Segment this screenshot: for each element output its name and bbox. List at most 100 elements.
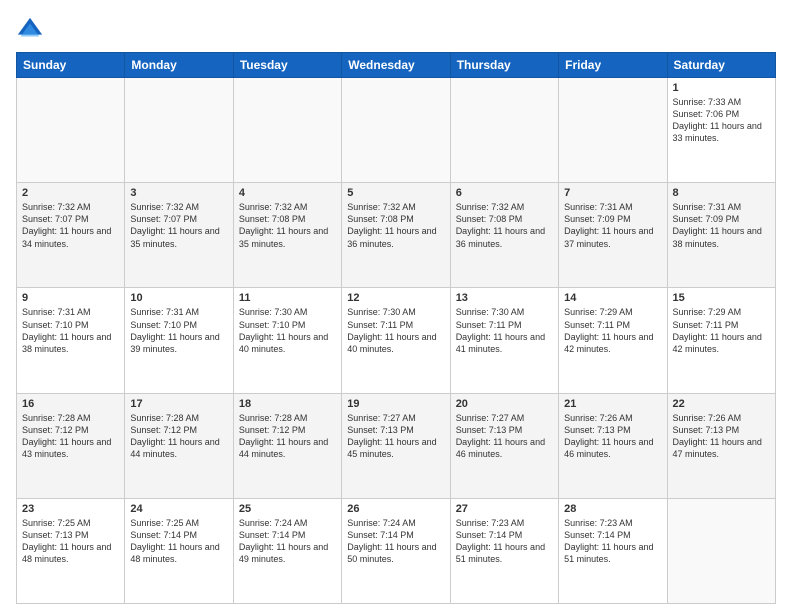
day-info: Sunrise: 7:31 AM Sunset: 7:10 PM Dayligh… [22,306,119,355]
day-number: 20 [456,398,553,410]
calendar-day: 28 Sunrise: 7:23 AM Sunset: 7:14 PM Dayli… [559,498,667,603]
calendar-table: SundayMondayTuesdayWednesdayThursdayFrid… [16,52,776,604]
day-number: 21 [564,398,661,410]
col-header-thursday: Thursday [450,53,558,78]
calendar-day: 7 Sunrise: 7:31 AM Sunset: 7:09 PM Daylig… [559,183,667,288]
day-number: 6 [456,187,553,199]
calendar-day: 24 Sunrise: 7:25 AM Sunset: 7:14 PM Dayli… [125,498,233,603]
calendar-day: 18 Sunrise: 7:28 AM Sunset: 7:12 PM Dayli… [233,393,341,498]
day-number: 19 [347,398,444,410]
day-number: 26 [347,503,444,515]
day-number: 16 [22,398,119,410]
calendar-day: 1 Sunrise: 7:33 AM Sunset: 7:06 PM Daylig… [667,78,775,183]
day-info: Sunrise: 7:23 AM Sunset: 7:14 PM Dayligh… [456,517,553,566]
day-number: 24 [130,503,227,515]
day-info: Sunrise: 7:24 AM Sunset: 7:14 PM Dayligh… [239,517,336,566]
logo [16,16,48,44]
day-number: 9 [22,292,119,304]
calendar-week-2: 2 Sunrise: 7:32 AM Sunset: 7:07 PM Daylig… [17,183,776,288]
day-number: 22 [673,398,770,410]
calendar-day [667,498,775,603]
day-number: 27 [456,503,553,515]
calendar-week-5: 23 Sunrise: 7:25 AM Sunset: 7:13 PM Dayli… [17,498,776,603]
calendar-day: 21 Sunrise: 7:26 AM Sunset: 7:13 PM Dayli… [559,393,667,498]
day-info: Sunrise: 7:26 AM Sunset: 7:13 PM Dayligh… [564,412,661,461]
day-number: 14 [564,292,661,304]
calendar-day: 19 Sunrise: 7:27 AM Sunset: 7:13 PM Dayli… [342,393,450,498]
day-info: Sunrise: 7:31 AM Sunset: 7:09 PM Dayligh… [564,201,661,250]
day-number: 5 [347,187,444,199]
calendar-week-3: 9 Sunrise: 7:31 AM Sunset: 7:10 PM Daylig… [17,288,776,393]
day-info: Sunrise: 7:33 AM Sunset: 7:06 PM Dayligh… [673,96,770,145]
day-number: 4 [239,187,336,199]
calendar-day: 8 Sunrise: 7:31 AM Sunset: 7:09 PM Daylig… [667,183,775,288]
day-number: 17 [130,398,227,410]
col-header-friday: Friday [559,53,667,78]
calendar-day [17,78,125,183]
calendar-day [342,78,450,183]
day-info: Sunrise: 7:30 AM Sunset: 7:10 PM Dayligh… [239,306,336,355]
day-number: 25 [239,503,336,515]
day-number: 28 [564,503,661,515]
day-info: Sunrise: 7:27 AM Sunset: 7:13 PM Dayligh… [347,412,444,461]
day-number: 12 [347,292,444,304]
day-info: Sunrise: 7:32 AM Sunset: 7:08 PM Dayligh… [347,201,444,250]
day-info: Sunrise: 7:32 AM Sunset: 7:08 PM Dayligh… [456,201,553,250]
day-info: Sunrise: 7:23 AM Sunset: 7:14 PM Dayligh… [564,517,661,566]
day-number: 18 [239,398,336,410]
col-header-monday: Monday [125,53,233,78]
calendar-day: 16 Sunrise: 7:28 AM Sunset: 7:12 PM Dayli… [17,393,125,498]
calendar-day: 14 Sunrise: 7:29 AM Sunset: 7:11 PM Dayli… [559,288,667,393]
calendar-day: 11Sunrise: 7:30 AM Sunset: 7:10 PM Dayli… [233,288,341,393]
day-info: Sunrise: 7:32 AM Sunset: 7:07 PM Dayligh… [22,201,119,250]
day-number: 7 [564,187,661,199]
day-number: 23 [22,503,119,515]
day-number: 8 [673,187,770,199]
calendar-day [450,78,558,183]
day-info: Sunrise: 7:32 AM Sunset: 7:07 PM Dayligh… [130,201,227,250]
calendar-day: 26Sunrise: 7:24 AM Sunset: 7:14 PM Dayli… [342,498,450,603]
calendar-day: 25 Sunrise: 7:24 AM Sunset: 7:14 PM Dayli… [233,498,341,603]
calendar-day: 4 Sunrise: 7:32 AM Sunset: 7:08 PM Daylig… [233,183,341,288]
day-info: Sunrise: 7:29 AM Sunset: 7:11 PM Dayligh… [673,306,770,355]
day-info: Sunrise: 7:28 AM Sunset: 7:12 PM Dayligh… [22,412,119,461]
day-number: 1 [673,82,770,94]
day-info: Sunrise: 7:26 AM Sunset: 7:13 PM Dayligh… [673,412,770,461]
day-number: 13 [456,292,553,304]
day-number: 15 [673,292,770,304]
calendar-day [233,78,341,183]
calendar-day: 17 Sunrise: 7:28 AM Sunset: 7:12 PM Dayli… [125,393,233,498]
logo-icon [16,16,44,44]
calendar-header-row: SundayMondayTuesdayWednesdayThursdayFrid… [17,53,776,78]
col-header-tuesday: Tuesday [233,53,341,78]
col-header-sunday: Sunday [17,53,125,78]
day-number: 3 [130,187,227,199]
page: SundayMondayTuesdayWednesdayThursdayFrid… [0,0,792,612]
calendar-week-1: 1 Sunrise: 7:33 AM Sunset: 7:06 PM Daylig… [17,78,776,183]
day-info: Sunrise: 7:28 AM Sunset: 7:12 PM Dayligh… [239,412,336,461]
header [16,16,776,44]
calendar-day: 9 Sunrise: 7:31 AM Sunset: 7:10 PM Daylig… [17,288,125,393]
calendar-day: 27 Sunrise: 7:23 AM Sunset: 7:14 PM Dayli… [450,498,558,603]
day-info: Sunrise: 7:25 AM Sunset: 7:14 PM Dayligh… [130,517,227,566]
calendar-week-4: 16 Sunrise: 7:28 AM Sunset: 7:12 PM Dayli… [17,393,776,498]
day-number: 10 [130,292,227,304]
day-info: Sunrise: 7:29 AM Sunset: 7:11 PM Dayligh… [564,306,661,355]
calendar-day: 15 Sunrise: 7:29 AM Sunset: 7:11 PM Dayli… [667,288,775,393]
day-info: Sunrise: 7:25 AM Sunset: 7:13 PM Dayligh… [22,517,119,566]
calendar-day: 22 Sunrise: 7:26 AM Sunset: 7:13 PM Dayli… [667,393,775,498]
day-info: Sunrise: 7:28 AM Sunset: 7:12 PM Dayligh… [130,412,227,461]
calendar-day [125,78,233,183]
day-info: Sunrise: 7:30 AM Sunset: 7:11 PM Dayligh… [347,306,444,355]
col-header-wednesday: Wednesday [342,53,450,78]
day-info: Sunrise: 7:32 AM Sunset: 7:08 PM Dayligh… [239,201,336,250]
calendar-day: 23 Sunrise: 7:25 AM Sunset: 7:13 PM Dayli… [17,498,125,603]
day-info: Sunrise: 7:27 AM Sunset: 7:13 PM Dayligh… [456,412,553,461]
day-number: 2 [22,187,119,199]
calendar-day: 13 Sunrise: 7:30 AM Sunset: 7:11 PM Dayli… [450,288,558,393]
calendar-day: 10Sunrise: 7:31 AM Sunset: 7:10 PM Dayli… [125,288,233,393]
calendar-day: 2 Sunrise: 7:32 AM Sunset: 7:07 PM Daylig… [17,183,125,288]
day-info: Sunrise: 7:31 AM Sunset: 7:09 PM Dayligh… [673,201,770,250]
day-info: Sunrise: 7:30 AM Sunset: 7:11 PM Dayligh… [456,306,553,355]
calendar-day: 3 Sunrise: 7:32 AM Sunset: 7:07 PM Daylig… [125,183,233,288]
